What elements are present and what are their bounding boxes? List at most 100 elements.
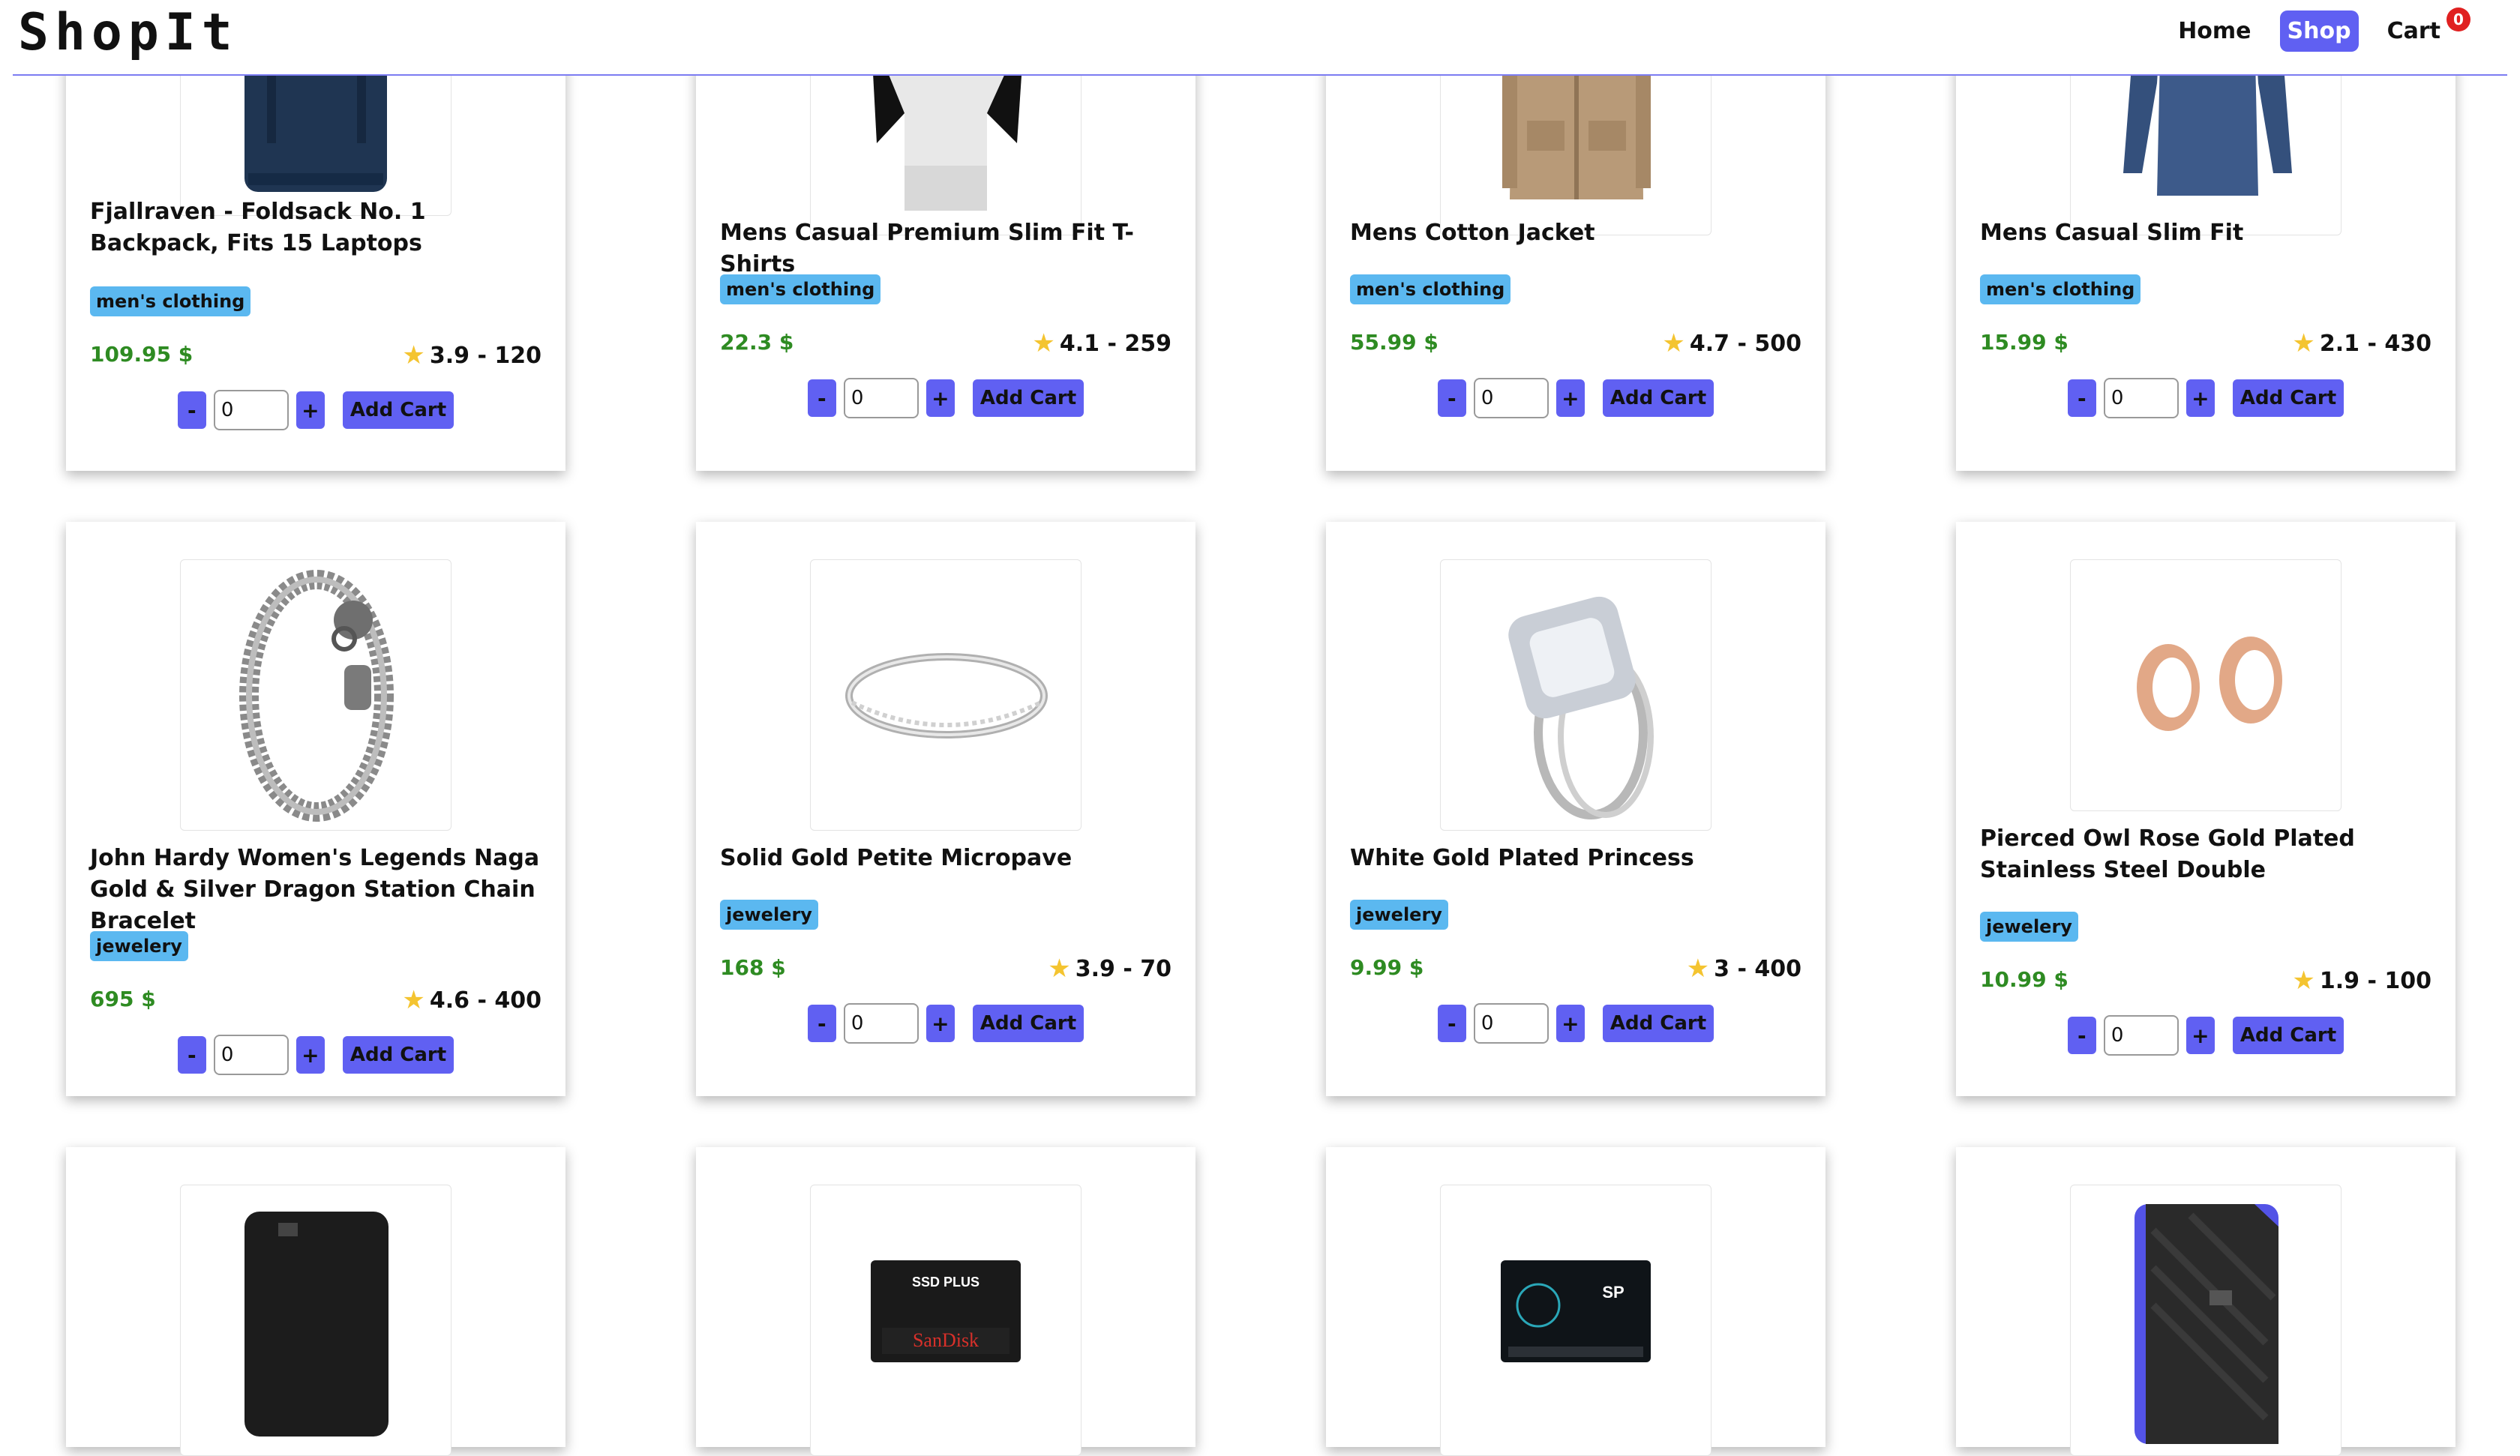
product-image-sandisk-ssd[interactable]: SSD PLUS SanDisk	[810, 1185, 1082, 1456]
decrement-button[interactable]: -	[177, 391, 206, 429]
product-rating: ★ 4.7 - 500	[1662, 328, 1802, 358]
category-badge: men's clothing	[1980, 274, 2141, 304]
quantity-controls: - 0 + Add Cart	[696, 1003, 1196, 1044]
product-price: 55.99 $	[1350, 330, 1438, 355]
decrement-button[interactable]: -	[2067, 379, 2096, 417]
star-icon: ★	[2292, 328, 2315, 358]
increment-button[interactable]: +	[296, 1036, 325, 1074]
product-rating: ★ 4.1 - 259	[1032, 328, 1172, 358]
increment-button[interactable]: +	[2186, 1017, 2215, 1054]
product-rating: ★ 3.9 - 120	[402, 340, 542, 370]
category-badge: jewelery	[1350, 900, 1448, 930]
svg-text:SSD PLUS: SSD PLUS	[912, 1275, 980, 1290]
navbar-divider	[13, 74, 2507, 76]
product-card: Fjallraven - Foldsack No. 1 Backpack, Fi…	[66, 0, 566, 471]
category-badge: men's clothing	[720, 274, 881, 304]
increment-button[interactable]: +	[926, 379, 955, 417]
star-icon: ★	[402, 340, 425, 370]
star-icon: ★	[2292, 966, 2315, 996]
product-image-portable-drive[interactable]	[2070, 1185, 2342, 1456]
category-badge: jewelery	[1980, 912, 2078, 942]
category-badge: men's clothing	[90, 286, 251, 316]
increment-button[interactable]: +	[1556, 1005, 1585, 1042]
decrement-button[interactable]: -	[1437, 379, 1466, 417]
product-title: Solid Gold Petite Micropave	[720, 845, 1072, 871]
quantity-input[interactable]: 0	[2103, 378, 2179, 418]
product-card	[66, 1147, 566, 1456]
product-price: 109.95 $	[90, 342, 194, 367]
product-rating: ★ 2.1 - 430	[2292, 328, 2432, 358]
product-card: John Hardy Women's Legends Naga Gold & S…	[66, 522, 566, 1096]
cart-link[interactable]: Cart 0	[2380, 7, 2470, 52]
add-cart-button[interactable]: Add Cart	[972, 379, 1084, 417]
product-price: 22.3 $	[720, 330, 794, 355]
product-title: White Gold Plated Princess	[1350, 845, 1694, 871]
increment-button[interactable]: +	[2186, 379, 2215, 417]
nav-links: Home Shop Cart 0	[2170, 7, 2470, 52]
svg-text:SanDisk: SanDisk	[913, 1329, 979, 1351]
add-cart-button[interactable]: Add Cart	[1602, 379, 1714, 417]
product-price: 695 $	[90, 987, 156, 1011]
product-image-bracelet[interactable]	[180, 559, 452, 831]
add-cart-button[interactable]: Add Cart	[2232, 1017, 2344, 1054]
product-card: White Gold Plated Princess jewelery 9.99…	[1326, 522, 1826, 1096]
quantity-input[interactable]: 0	[213, 1035, 289, 1075]
product-card: SSD PLUS SanDisk	[696, 1147, 1196, 1456]
category-badge: jewelery	[720, 900, 818, 930]
add-cart-button[interactable]: Add Cart	[1602, 1005, 1714, 1042]
add-cart-button[interactable]: Add Cart	[2232, 379, 2344, 417]
decrement-button[interactable]: -	[177, 1036, 206, 1074]
quantity-controls: - 0 + Add Cart	[1956, 1015, 2456, 1056]
product-price: 10.99 $	[1980, 967, 2068, 992]
product-card: Mens Cotton Jacket men's clothing 55.99 …	[1326, 0, 1826, 471]
logo[interactable]: ShopIt	[18, 3, 238, 62]
quantity-controls: - 0 + Add Cart	[66, 390, 566, 430]
quantity-controls: - 0 + Add Cart	[1326, 1003, 1826, 1044]
product-rating: ★ 3.9 - 70	[1048, 954, 1172, 984]
product-rating: ★ 4.6 - 400	[402, 985, 542, 1015]
quantity-controls: - 0 + Add Cart	[66, 1035, 566, 1075]
increment-button[interactable]: +	[296, 391, 325, 429]
nav-cart[interactable]: Cart	[2380, 10, 2448, 52]
decrement-button[interactable]: -	[2067, 1017, 2096, 1054]
product-title: Fjallraven - Foldsack No. 1 Backpack, Fi…	[90, 199, 426, 256]
product-image-sp-ssd[interactable]: SP	[1440, 1185, 1712, 1456]
decrement-button[interactable]: -	[1437, 1005, 1466, 1042]
product-title: John Hardy Women's Legends Naga Gold & S…	[90, 845, 540, 934]
cart-count-badge: 0	[2446, 7, 2470, 31]
product-image-hard-drive[interactable]	[180, 1185, 452, 1456]
quantity-controls: - 0 + Add Cart	[696, 378, 1196, 418]
product-card: Solid Gold Petite Micropave jewelery 168…	[696, 522, 1196, 1096]
quantity-input[interactable]: 0	[213, 390, 289, 430]
quantity-input[interactable]: 0	[2103, 1015, 2179, 1056]
star-icon: ★	[1662, 328, 1685, 358]
product-price: 15.99 $	[1980, 330, 2068, 355]
decrement-button[interactable]: -	[807, 1005, 836, 1042]
product-card: Pierced Owl Rose Gold Plated Stainless S…	[1956, 522, 2456, 1096]
quantity-input[interactable]: 0	[843, 378, 919, 418]
nav-home[interactable]: Home	[2170, 10, 2258, 52]
svg-text:SP: SP	[1602, 1283, 1624, 1302]
increment-button[interactable]: +	[1556, 379, 1585, 417]
add-cart-button[interactable]: Add Cart	[342, 1036, 454, 1074]
top-navbar: ShopIt Home Shop Cart 0	[0, 0, 2520, 76]
decrement-button[interactable]: -	[807, 379, 836, 417]
product-title: Pierced Owl Rose Gold Plated Stainless S…	[1980, 825, 2355, 883]
product-image-princess-ring[interactable]	[1440, 559, 1712, 831]
quantity-input[interactable]: 0	[1473, 1003, 1549, 1044]
add-cart-button[interactable]: Add Cart	[342, 391, 454, 429]
product-title: Mens Casual Premium Slim Fit T-Shirts	[720, 220, 1134, 277]
product-image-ring[interactable]	[810, 559, 1082, 831]
product-grid: Fjallraven - Foldsack No. 1 Backpack, Fi…	[0, 0, 2520, 1456]
quantity-input[interactable]: 0	[843, 1003, 919, 1044]
nav-shop[interactable]: Shop	[2279, 10, 2359, 52]
add-cart-button[interactable]: Add Cart	[972, 1005, 1084, 1042]
increment-button[interactable]: +	[926, 1005, 955, 1042]
product-title: Mens Cotton Jacket	[1350, 220, 1595, 246]
category-badge: jewelery	[90, 931, 188, 961]
star-icon: ★	[1032, 328, 1055, 358]
product-rating: ★ 1.9 - 100	[2292, 966, 2432, 996]
product-image-plugs[interactable]	[2070, 559, 2342, 811]
quantity-input[interactable]: 0	[1473, 378, 1549, 418]
star-icon: ★	[1048, 954, 1071, 984]
